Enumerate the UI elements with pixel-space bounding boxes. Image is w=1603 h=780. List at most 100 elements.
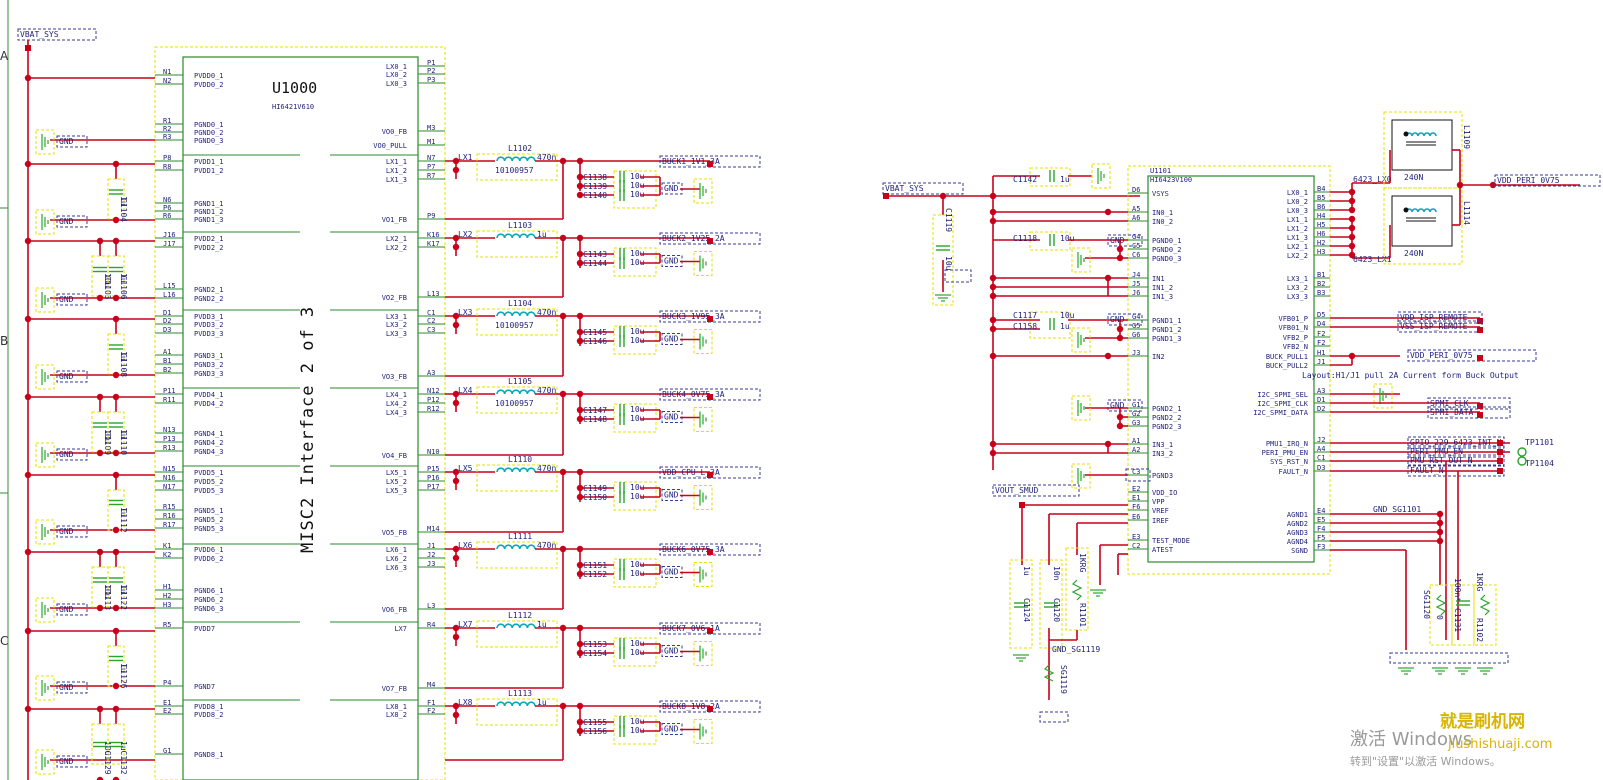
pin-number: H2: [163, 592, 171, 600]
pin-name: PVDD6_1: [194, 546, 224, 554]
junction-dot: [112, 548, 120, 556]
pin-number: J2: [1317, 436, 1325, 444]
pin-name: LX3_1: [1287, 275, 1308, 283]
junction-dot: [576, 157, 584, 165]
pin-number: P4: [163, 679, 171, 687]
right-sheet: VBAT_SYS C1142 1u C1119 10u U1101HI6423V100 D6…: [882, 111, 1601, 723]
lx-label: LX3: [458, 308, 473, 317]
pin-name: PVDD1_1: [194, 158, 224, 166]
pin-name: VO6_FB: [382, 606, 407, 614]
net-label: GND: [59, 527, 74, 536]
pin-name: PGND4_3: [194, 448, 224, 456]
pin-name: LX0_1: [1287, 189, 1308, 197]
pin-name: VDD_IO: [1152, 489, 1177, 497]
port-square: [707, 238, 713, 244]
port-square: [1477, 327, 1483, 333]
pin-number: E3: [1132, 533, 1140, 541]
pin-number: P6: [163, 204, 171, 212]
pin-name: PVDD4_1: [194, 391, 224, 399]
cap-ref: C1155: [583, 718, 607, 727]
pin-number: P16: [427, 474, 440, 482]
pin-name: PVDD5_1: [194, 469, 224, 477]
port-square: [707, 472, 713, 478]
junction-dot: [989, 316, 997, 324]
junction-dot: [24, 74, 32, 82]
pin-number: C6: [1132, 251, 1140, 259]
net-label: GND: [664, 413, 679, 422]
pin-number: C2: [427, 317, 435, 325]
pin-name: IN2: [1152, 353, 1165, 361]
pin-number: G3: [1132, 419, 1140, 427]
inductor-ref: L1105: [508, 377, 532, 386]
pin-number: N13: [163, 426, 176, 434]
pin-name: PVDD3_2: [194, 321, 224, 329]
pin-number: H6: [1317, 230, 1325, 238]
cap-ref: C1120: [1052, 598, 1061, 622]
inductor-ref: L1103: [508, 221, 532, 230]
pin-number: J3: [1132, 349, 1140, 357]
cap-ref: C1149: [583, 484, 607, 493]
pin-name: VFB01_P: [1278, 315, 1308, 323]
inductor-value: 240N: [1404, 173, 1423, 182]
pin-number: E1: [163, 699, 171, 707]
pin-number: A4: [1317, 445, 1325, 453]
inductor-pn: 10100957: [495, 321, 534, 330]
junction-dot: [112, 294, 120, 302]
pin-name: VO5_FB: [382, 529, 407, 537]
pin-name: LX1_3: [1287, 234, 1308, 242]
pin-name: PVDD8_2: [194, 711, 224, 719]
inductor-coil: [496, 544, 536, 550]
port-square: [1477, 355, 1483, 361]
pin-number: B3: [1317, 289, 1325, 297]
junction-dot: [112, 237, 120, 245]
pin-number: H3: [163, 601, 171, 609]
port-square: [1497, 458, 1503, 464]
cap-ref: C1124: [1022, 598, 1031, 622]
pin-number: M4: [427, 681, 435, 689]
pin-name: LX3_2: [386, 321, 407, 329]
pin-name: PVDD3_3: [194, 330, 224, 338]
pin-number: F6: [1132, 503, 1140, 511]
pin-number: L13: [427, 290, 440, 298]
pin-name: PVDD4_2: [194, 400, 224, 408]
junction-dot: [112, 393, 120, 401]
cap-ref: C1122: [119, 586, 128, 610]
net-label: VSS_ISP_REMOTE: [1400, 322, 1468, 331]
pin-name: PGND1_1: [1152, 317, 1182, 325]
net-label: BUCK4_0V75_3A: [662, 390, 725, 399]
ic-part: HI6421V610: [272, 103, 314, 111]
pin-number: L3: [427, 602, 435, 610]
net-label: VOUT_SMUD: [995, 486, 1039, 495]
pin-number: R4: [427, 621, 435, 629]
net-label: GND: [59, 605, 74, 614]
pin-name: VFB01_N: [1278, 324, 1308, 332]
pin-number: D6: [1132, 186, 1140, 194]
ic-ref: U1000: [272, 79, 317, 97]
pin-name: PGND0_2: [1152, 246, 1182, 254]
pin-name: PGND5_2: [194, 516, 224, 524]
pin-number: D4: [1317, 320, 1325, 328]
cap-ref: C1147: [583, 406, 607, 415]
junction-dot: [989, 217, 997, 225]
pin-number: E6: [1132, 513, 1140, 521]
pin-number: A1: [163, 348, 171, 356]
pin-name: PGND0_2: [194, 129, 224, 137]
pin-number: E5: [1317, 516, 1325, 524]
pin-number: K2: [163, 551, 171, 559]
pin-number: B5: [1317, 194, 1325, 202]
pin-number: H4: [1317, 212, 1325, 220]
pin-number: G1: [1132, 401, 1140, 409]
pin-number: J3: [427, 560, 435, 568]
pin-number: G6: [1132, 331, 1140, 339]
lx-label: LX6: [458, 541, 473, 550]
pin-name: VO4_FB: [382, 452, 407, 460]
pin-number: D2: [1317, 405, 1325, 413]
pin-number: J4: [1132, 271, 1140, 279]
pin-number: A1: [1132, 437, 1140, 445]
pin-number: N7: [427, 154, 435, 162]
junction-dot: [576, 545, 584, 553]
pin-name: LX1_2: [1287, 225, 1308, 233]
inductor-coil: [496, 233, 536, 239]
pin-number: M14: [427, 525, 440, 533]
inductor-ref: L1112: [508, 611, 532, 620]
